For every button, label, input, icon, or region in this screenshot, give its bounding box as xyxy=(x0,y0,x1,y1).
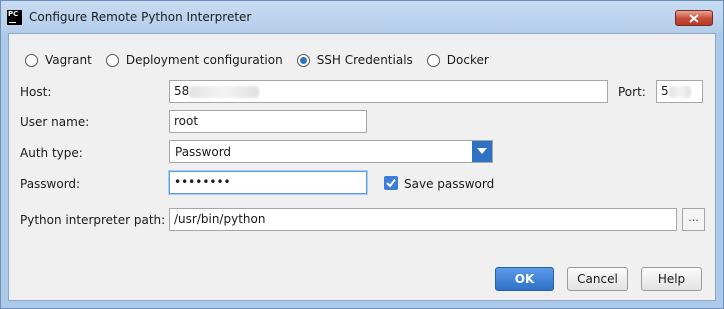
radio-circle[interactable] xyxy=(426,53,440,67)
radio-circle[interactable] xyxy=(25,53,38,67)
cancel-button[interactable]: Cancel xyxy=(567,267,628,291)
close-icon xyxy=(689,14,699,23)
radio-vagrant[interactable]: Vagrant xyxy=(25,53,92,67)
pycharm-icon: PC xyxy=(7,10,22,25)
connection-type-group: Vagrant Deployment configuration SSH Cre… xyxy=(25,53,503,67)
help-button[interactable]: Help xyxy=(641,267,702,291)
password-label: Password: xyxy=(20,177,81,191)
port-label: Port: xyxy=(618,85,646,99)
host-label: Host: xyxy=(20,85,52,99)
dialog-title: Configure Remote Python Interpreter xyxy=(29,10,252,24)
browse-button[interactable]: ... xyxy=(682,208,705,231)
save-password-label[interactable]: Save password xyxy=(404,177,494,191)
dialog-window: PC Configure Remote Python Interpreter V… xyxy=(0,0,724,309)
checkmark-icon xyxy=(386,178,396,188)
port-value: 5 xyxy=(661,84,669,98)
radio-label: Vagrant xyxy=(45,53,92,67)
close-button[interactable] xyxy=(675,10,713,26)
radio-deployment-configuration[interactable]: Deployment configuration xyxy=(105,53,283,67)
interpreter-path-label: Python interpreter path: xyxy=(20,213,166,227)
auth-type-label: Auth type: xyxy=(20,146,83,160)
chevron-down-icon xyxy=(477,148,487,154)
redacted-blur xyxy=(189,85,260,98)
username-label: User name: xyxy=(20,115,90,129)
password-input[interactable]: •••••••• xyxy=(169,171,367,194)
radio-circle[interactable] xyxy=(296,53,310,67)
radio-label: SSH Credentials xyxy=(316,53,413,67)
redacted-blur xyxy=(668,85,691,98)
auth-type-value: Password xyxy=(175,145,232,159)
radio-label: Deployment configuration xyxy=(125,53,283,67)
radio-circle[interactable] xyxy=(105,53,119,67)
radio-label: Docker xyxy=(446,53,489,67)
host-input[interactable]: 58 xyxy=(169,80,608,103)
port-input[interactable]: 5 xyxy=(656,80,703,103)
interpreter-path-input[interactable]: /usr/bin/python xyxy=(169,208,677,231)
dropdown-arrow[interactable] xyxy=(472,141,492,162)
ok-button[interactable]: OK xyxy=(495,267,554,291)
radio-ssh-credentials[interactable]: SSH Credentials xyxy=(296,53,413,67)
host-value: 58 xyxy=(174,84,190,98)
title-bar: PC Configure Remote Python Interpreter xyxy=(1,1,723,33)
auth-type-select[interactable]: Password xyxy=(169,140,493,163)
dialog-content: Vagrant Deployment configuration SSH Cre… xyxy=(8,33,716,301)
radio-docker[interactable]: Docker xyxy=(426,53,489,67)
save-password-checkbox[interactable] xyxy=(384,176,398,190)
username-input[interactable]: root xyxy=(169,110,367,133)
